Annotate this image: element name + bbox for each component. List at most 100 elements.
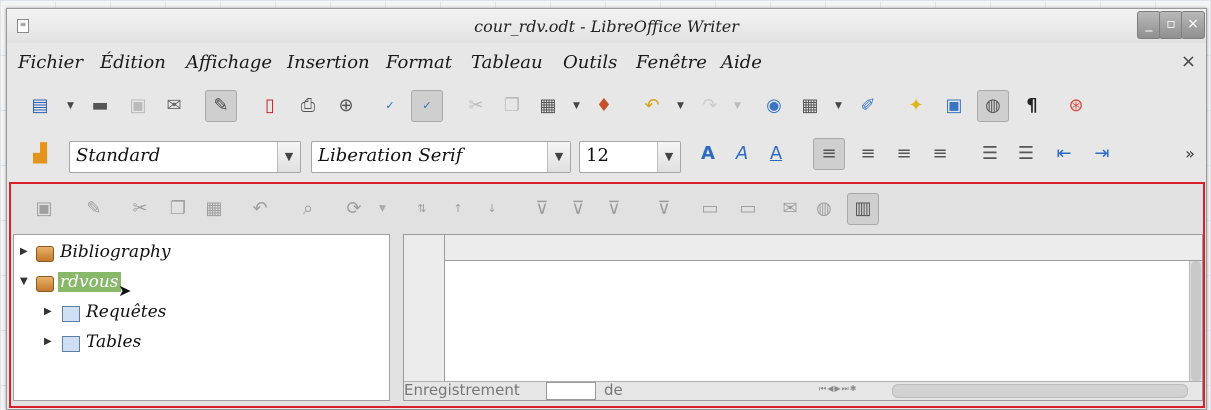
hyperlink-icon[interactable]: ◉ bbox=[761, 93, 787, 119]
menu-tableau[interactable]: Tableau bbox=[471, 52, 543, 73]
align-left-icon[interactable]: ≡ bbox=[813, 138, 845, 170]
toolbar-overflow-button[interactable]: » bbox=[1177, 141, 1203, 167]
menu-outils[interactable]: Outils bbox=[563, 52, 617, 73]
edit-data-icon[interactable]: ✎ bbox=[81, 196, 107, 222]
queries-icon bbox=[62, 306, 80, 322]
numbered-list-icon[interactable]: ☰ bbox=[977, 141, 1003, 167]
apply-filter-icon[interactable]: ⊽ bbox=[565, 196, 591, 222]
italic-icon[interactable]: A bbox=[729, 141, 755, 167]
spellcheck-icon[interactable]: ✓ bbox=[377, 93, 403, 119]
horizontal-scrollbar[interactable] bbox=[892, 384, 1188, 398]
cut-icon[interactable]: ✂ bbox=[127, 196, 153, 222]
new-document-icon[interactable]: ▤ bbox=[27, 93, 53, 119]
tree-item-label: rdvous bbox=[58, 272, 121, 292]
paste-icon[interactable]: ▦ bbox=[535, 93, 561, 119]
paragraph-style-select[interactable]: Standard ▼ bbox=[69, 141, 301, 173]
increase-indent-icon[interactable]: ⇥ bbox=[1089, 141, 1115, 167]
justify-icon[interactable]: ≡ bbox=[927, 141, 953, 167]
sort-icon[interactable]: ⇅ bbox=[409, 196, 435, 222]
align-center-icon[interactable]: ≡ bbox=[855, 141, 881, 167]
decrease-indent-icon[interactable]: ⇤ bbox=[1051, 141, 1077, 167]
paste-dropdown-arrow[interactable]: ▼ bbox=[573, 93, 581, 119]
redo-dropdown-arrow[interactable]: ▼ bbox=[734, 93, 742, 119]
chevron-down-icon[interactable]: ▼ bbox=[657, 142, 680, 172]
tree-item-label: Requêtes bbox=[86, 302, 167, 322]
menu-edition[interactable]: Édition bbox=[100, 52, 166, 73]
data-sources-icon[interactable]: ◍ bbox=[977, 90, 1009, 122]
mouse-cursor-icon: ➤ bbox=[118, 281, 132, 300]
expand-arrow-icon[interactable]: ▶ bbox=[20, 246, 28, 257]
sort-ascending-icon[interactable]: ↑ bbox=[445, 196, 471, 222]
close-document-button[interactable]: × bbox=[1181, 51, 1196, 72]
data-to-fields-icon[interactable]: ▭ bbox=[735, 196, 761, 222]
vertical-scrollbar[interactable] bbox=[1189, 261, 1202, 382]
expand-arrow-icon[interactable]: ▶ bbox=[44, 336, 52, 347]
copy-icon[interactable]: ❐ bbox=[499, 93, 525, 119]
menu-fichier[interactable]: Fichier bbox=[18, 52, 83, 73]
table-dropdown-arrow[interactable]: ▼ bbox=[835, 93, 843, 119]
undo-icon[interactable]: ↶ bbox=[639, 93, 665, 119]
redo-icon[interactable]: ↷ bbox=[697, 93, 723, 119]
help-icon[interactable]: ⊛ bbox=[1063, 93, 1089, 119]
expand-arrow-icon[interactable]: ▶ bbox=[44, 306, 52, 317]
record-label: Enregistrement bbox=[404, 381, 520, 399]
table-icon[interactable]: ▦ bbox=[797, 93, 823, 119]
paste-icon[interactable]: ▦ bbox=[201, 196, 227, 222]
data-source-pane: ▣ ✎ ✂ ❐ ▦ ↶ ⌕ ⟳ ▼ ⇅ ↑ ↓ ⊽ ⊽ ⊽ ⊽ ▭ ▭ ✉ ◍ … bbox=[9, 182, 1205, 408]
chevron-down-icon[interactable]: ▼ bbox=[277, 142, 300, 172]
navigator-icon[interactable]: ✦ bbox=[903, 93, 929, 119]
show-draw-functions-icon[interactable]: ✐ bbox=[855, 93, 881, 119]
sort-descending-icon[interactable]: ↓ bbox=[479, 196, 505, 222]
chevron-down-icon[interactable]: ▼ bbox=[547, 142, 570, 172]
mail-merge-icon[interactable]: ✉ bbox=[777, 196, 803, 222]
refresh-icon[interactable]: ⟳ bbox=[341, 196, 367, 222]
cut-icon[interactable]: ✂ bbox=[463, 93, 489, 119]
autofilter-icon[interactable]: ⊽ bbox=[529, 196, 555, 222]
undo-record-icon[interactable]: ↶ bbox=[247, 196, 273, 222]
data-to-text-icon[interactable]: ▭ bbox=[697, 196, 723, 222]
explorer-on-off-icon[interactable]: ▥ bbox=[847, 193, 879, 225]
minimize-button[interactable]: _ bbox=[1137, 11, 1161, 39]
autospellcheck-icon[interactable]: ✓ bbox=[411, 90, 443, 122]
menu-insertion[interactable]: Insertion bbox=[287, 52, 370, 73]
styles-and-formatting-icon[interactable]: ▟ bbox=[27, 141, 53, 167]
database-icon bbox=[36, 246, 54, 262]
maximize-button[interactable]: ▫ bbox=[1159, 11, 1183, 39]
copy-icon[interactable]: ❐ bbox=[165, 196, 191, 222]
gallery-icon[interactable]: ▣ bbox=[941, 93, 967, 119]
undo-dropdown-arrow[interactable]: ▼ bbox=[677, 93, 685, 119]
close-window-button[interactable]: × bbox=[1181, 11, 1205, 39]
bullet-list-icon[interactable]: ☰ bbox=[1013, 141, 1039, 167]
print-preview-icon[interactable]: ⊕ bbox=[333, 93, 359, 119]
menu-affichage[interactable]: Affichage bbox=[186, 52, 272, 73]
writer-window: ≡ cour_rdv.odt - LibreOffice Writer _ ▫ … bbox=[6, 8, 1207, 410]
refresh-dropdown-arrow[interactable]: ▼ bbox=[379, 196, 387, 222]
email-icon[interactable]: ✉ bbox=[161, 93, 187, 119]
record-navigation-buttons[interactable]: ⏮◀▶⏭✱ bbox=[819, 384, 857, 394]
align-right-icon[interactable]: ≡ bbox=[891, 141, 917, 167]
menu-fenetre[interactable]: Fenêtre bbox=[636, 52, 707, 73]
record-number-input[interactable] bbox=[546, 382, 596, 400]
bold-icon[interactable]: A bbox=[695, 141, 721, 167]
menu-format[interactable]: Format bbox=[386, 52, 452, 73]
new-dropdown-arrow[interactable]: ▼ bbox=[67, 93, 75, 119]
menu-aide[interactable]: Aide bbox=[721, 52, 762, 73]
clone-formatting-icon[interactable]: ♦ bbox=[591, 93, 617, 119]
font-name-select[interactable]: Liberation Serif ▼ bbox=[311, 141, 571, 173]
font-size-select[interactable]: 12 ▼ bbox=[579, 141, 681, 173]
collapse-arrow-icon[interactable]: ▼ bbox=[20, 276, 28, 287]
save-record-icon[interactable]: ▣ bbox=[31, 196, 57, 222]
standard-filter-icon[interactable]: ⊽ bbox=[601, 196, 627, 222]
remove-filter-icon[interactable]: ⊽ bbox=[651, 196, 677, 222]
find-record-icon[interactable]: ⌕ bbox=[295, 196, 321, 222]
save-icon[interactable]: ▣ bbox=[125, 93, 151, 119]
vertical-scrollbar-thumb[interactable] bbox=[1191, 261, 1201, 382]
pane-splitter[interactable] bbox=[391, 234, 401, 402]
underline-icon[interactable]: A bbox=[763, 141, 789, 167]
print-icon[interactable]: ⎙ bbox=[295, 93, 321, 119]
formatting-marks-icon[interactable]: ¶ bbox=[1019, 93, 1045, 119]
open-folder-icon[interactable]: ▬ bbox=[87, 93, 113, 119]
edit-mode-icon[interactable]: ✎ bbox=[205, 90, 237, 122]
data-source-current-document-icon[interactable]: ◍ bbox=[811, 196, 837, 222]
export-pdf-icon[interactable]: ▯ bbox=[257, 93, 283, 119]
